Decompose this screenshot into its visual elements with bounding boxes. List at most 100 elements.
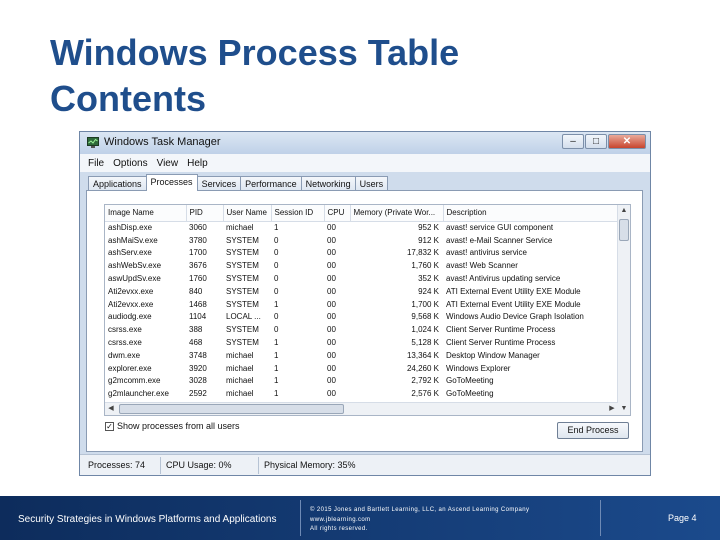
column-header-memory[interactable]: Memory (Private Wor... [350,205,444,222]
scroll-left-icon[interactable]: ◀ [105,403,117,415]
maximize-button[interactable]: □ [585,134,607,149]
menu-options[interactable]: Options [113,158,147,169]
tab-services[interactable]: Services [196,176,242,191]
table-row[interactable]: ashMaiSv.exe 3780 SYSTEM 0 00 912 Kavast! e-M… [105,234,617,247]
table-cell: Ati2evxx.exe [108,299,154,309]
table-row[interactable]: g2mlauncher.exe 2592 michael 1 00 2,576 K GoTo… [105,387,617,400]
show-all-users-checkbox[interactable]: ✓ Show processes from all users [105,421,240,431]
tab-performance[interactable]: Performance [240,176,302,191]
table-row[interactable]: aswUpdSv.exe 1760 SYSTEM 0 00 352 Kavast! Ant… [105,272,617,285]
process-table: Image Name PID User Name Session ID CPU … [105,205,618,400]
column-header-pid[interactable]: PID [186,205,224,222]
table-cell: SYSTEM [226,286,259,296]
table-cell: csrss.exe [108,338,142,348]
table-cell: 00 [327,223,336,233]
footer-copyright: © 2015 Jones and Bartlett Learning, LLC,… [310,506,529,535]
table-cell: 2,792 K [411,376,439,386]
table-cell: avast! Web Scanner [446,261,518,271]
window-titlebar[interactable]: Windows Task Manager – □ ✕ [80,132,650,154]
slide-title-line-1: Windows Process Table [50,32,460,73]
process-list[interactable]: Image Name PID User Name Session ID CPU … [104,204,631,416]
status-divider [160,457,161,474]
table-cell: ashServ.exe [108,248,152,258]
column-header-description[interactable]: Description [443,205,618,222]
table-cell: 5,128 K [411,338,439,348]
table-cell: 1 [274,363,279,373]
table-row[interactable]: ashServ.exe 1700 SYSTEM 0 00 17,832 Kavast! a… [105,247,617,260]
table-cell: aswUpdSv.exe [108,274,161,284]
table-cell: 2,576 K [411,389,439,399]
scroll-up-icon[interactable]: ▲ [618,205,630,217]
table-row[interactable]: csrss.exe 468 SYSTEM 1 00 5,128 K Client Serve… [105,336,617,349]
end-process-button[interactable]: End Process [557,422,629,439]
table-cell: 00 [327,350,336,360]
table-cell: GoToMeeting [446,389,494,399]
table-cell: 00 [327,312,336,322]
process-table-body: ashDisp.exe 3060 michael 1 00 952 Kavast! ser… [105,221,617,400]
table-cell: avast! service GUI component [446,223,554,233]
slide-title: Windows Process Table Contents [50,30,650,122]
table-row[interactable]: audiodg.exe 1104 LOCAL ... 0 00 9,568 K Window… [105,311,617,324]
table-cell: 1,024 K [411,325,439,335]
menu-file[interactable]: File [88,158,104,169]
minimize-button[interactable]: – [562,134,584,149]
table-cell: 3676 [189,261,207,271]
table-cell: 3060 [189,223,207,233]
column-header-user-name[interactable]: User Name [223,205,272,222]
table-cell: 1 [274,223,279,233]
status-processes: Processes: 74 [88,460,146,470]
vertical-scroll-thumb[interactable] [619,219,629,241]
table-cell: 00 [327,338,336,348]
table-cell: 1 [274,389,279,399]
checkmark-icon[interactable]: ✓ [105,421,114,431]
table-cell: 9,568 K [411,312,439,322]
column-header-cpu[interactable]: CPU [324,205,351,222]
table-row[interactable]: g2mcomm.exe 3028 michael 1 00 2,792 K GoToMeet… [105,375,617,388]
scroll-down-icon[interactable]: ▼ [618,403,630,415]
table-row[interactable]: ashWebSv.exe 3676 SYSTEM 0 00 1,760 Kavast! W… [105,259,617,272]
menu-view[interactable]: View [157,158,179,169]
scroll-right-icon[interactable]: ▶ [606,403,618,415]
table-cell: csrss.exe [108,325,142,335]
column-header-session-id[interactable]: Session ID [271,205,325,222]
table-cell: 1700 [189,248,207,258]
table-cell: 0 [274,274,279,284]
window-title: Windows Task Manager [104,136,221,148]
table-row[interactable]: Ati2evxx.exe 840 SYSTEM 0 00 924 K ATI Externa… [105,285,617,298]
table-row[interactable]: explorer.exe 3920 michael 1 00 24,260 K Window… [105,362,617,375]
table-cell: LOCAL ... [226,312,261,322]
menu-help[interactable]: Help [187,158,208,169]
table-row[interactable]: ashDisp.exe 3060 michael 1 00 952 K avast! ser… [105,221,617,234]
horizontal-scroll-thumb[interactable] [119,404,344,414]
table-cell: Windows Explorer [446,363,511,373]
table-row[interactable]: Ati2evxx.exe 1468 SYSTEM 1 00 1,700 K ATI Exte… [105,298,617,311]
vertical-scrollbar[interactable]: ▲ ▼ [617,205,630,415]
table-cell: explorer.exe [108,363,152,373]
table-cell: michael [226,389,254,399]
table-cell: ATI External Event Utility EXE Module [446,286,581,296]
table-cell: michael [226,350,254,360]
table-cell: 840 [189,286,203,296]
tab-users[interactable]: Users [354,176,389,191]
horizontal-scrollbar[interactable]: ◀ ▶ [105,402,618,415]
table-row[interactable]: dwm.exe 3748 michael 1 00 13,364 K Desktop Win… [105,349,617,362]
tab-networking[interactable]: Networking [300,176,356,191]
table-cell: 1 [274,376,279,386]
column-header-image-name[interactable]: Image Name [105,205,187,222]
tab-processes[interactable]: Processes [145,174,198,191]
table-cell: 13,364 K [406,350,439,360]
table-cell: 924 K [418,286,439,296]
table-cell: michael [226,376,254,386]
table-cell: avast! e-Mail Scanner Service [446,235,553,245]
table-cell: 352 K [418,274,439,284]
tab-applications[interactable]: Applications [88,176,147,191]
table-cell: 00 [327,235,336,245]
table-row[interactable]: csrss.exe 388 SYSTEM 0 00 1,024 K Client Serve… [105,323,617,336]
table-cell: 00 [327,376,336,386]
table-cell: ashMaiSv.exe [108,235,158,245]
footer-page-number: Page 4 [668,513,697,523]
table-cell: g2mlauncher.exe [108,389,169,399]
close-button[interactable]: ✕ [608,134,646,149]
table-cell: 1104 [189,312,207,322]
table-cell: 1 [274,338,279,348]
